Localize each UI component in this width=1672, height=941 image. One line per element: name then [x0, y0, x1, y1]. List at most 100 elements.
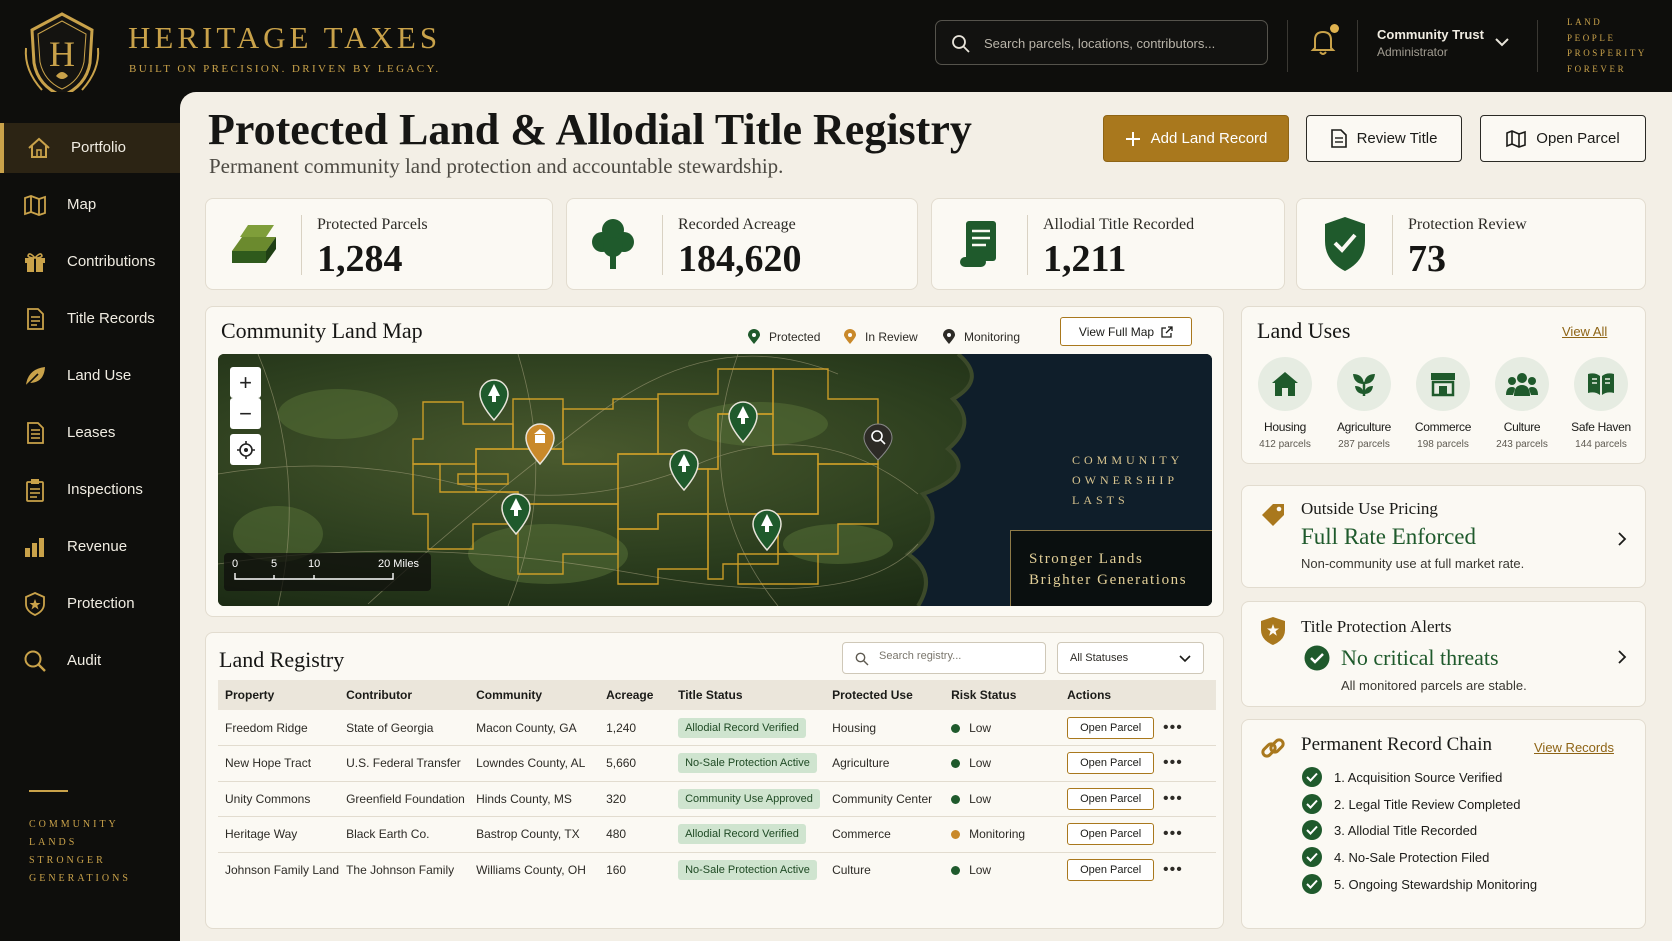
review-title-button[interactable]: Review Title	[1306, 115, 1462, 162]
global-search-input[interactable]	[984, 31, 1254, 55]
registry-search[interactable]	[842, 642, 1046, 674]
land-use-commerce[interactable]: Commerce 198 parcels	[1406, 357, 1480, 450]
column-header[interactable]: Title Status	[671, 680, 826, 710]
stat-label: Protected Parcels	[317, 216, 428, 233]
chain-step-label: 4. No-Sale Protection Filed	[1334, 849, 1490, 865]
brand-tagline: BUILT ON PRECISION. DRIVEN BY LEGACY.	[129, 63, 441, 75]
sprout-icon	[1337, 357, 1391, 411]
table-row[interactable]: Heritage Way Black Earth Co. Bastrop Cou…	[218, 816, 1216, 853]
column-header[interactable]: Contributor	[339, 680, 470, 710]
sidebar-item-protection[interactable]: Protection	[0, 579, 180, 629]
view-records-link[interactable]: View Records	[1534, 740, 1614, 755]
sidebar-item-map[interactable]: Map	[0, 180, 180, 230]
registry-search-input[interactable]	[879, 650, 1039, 662]
sidebar-item-portfolio[interactable]: Portfolio	[0, 123, 180, 173]
cell-title-status: No-Sale Protection Active	[671, 852, 825, 888]
open-parcel-row-button[interactable]: Open Parcel	[1067, 787, 1155, 810]
add-land-record-label: Add Land Record	[1150, 130, 1268, 147]
chevron-right-icon[interactable]	[1617, 650, 1627, 664]
chevron-right-icon[interactable]	[1617, 532, 1627, 546]
home-icon	[28, 137, 50, 158]
chain-link-icon	[1261, 738, 1285, 758]
cell-contributor: Greenfield Foundation	[339, 781, 470, 817]
cell-risk: Low	[944, 745, 1061, 782]
check-circle-icon	[1302, 794, 1322, 814]
view-full-map-button[interactable]: View Full Map	[1060, 317, 1192, 346]
outside-use-pricing-card[interactable]: Outside Use Pricing Full Rate Enforced N…	[1241, 485, 1646, 588]
view-all-link[interactable]: View All	[1562, 324, 1607, 339]
zoom-in-button[interactable]: +	[230, 367, 261, 398]
sidebar-item-inspections[interactable]: Inspections	[0, 465, 180, 515]
open-parcel-row-button[interactable]: Open Parcel	[1067, 716, 1155, 739]
sidebar-item-label: Contributions	[67, 253, 156, 270]
column-header[interactable]: Acreage	[599, 680, 672, 710]
global-search[interactable]	[935, 20, 1268, 65]
sidebar-item-title-records[interactable]: Title Records	[0, 294, 180, 344]
logo-letter: H	[49, 34, 75, 74]
column-header[interactable]: Community	[469, 680, 600, 710]
stat-label: Protection Review	[1408, 216, 1527, 233]
column-header[interactable]: Property	[218, 680, 340, 710]
open-parcel-button[interactable]: Open Parcel	[1480, 115, 1646, 162]
add-land-record-button[interactable]: Add Land Record	[1103, 115, 1289, 162]
status-filter-select[interactable]: All Statuses	[1057, 642, 1204, 674]
more-options-icon[interactable]: •••	[1163, 825, 1183, 842]
sidebar-item-label: Map	[67, 196, 97, 213]
scale-bar	[234, 573, 394, 580]
open-parcel-row-button[interactable]: Open Parcel	[1067, 823, 1155, 846]
cell-actions: Open Parcel	[1060, 781, 1156, 817]
table-row[interactable]: Freedom Ridge State of Georgia Macon Cou…	[218, 710, 1216, 746]
alerts-note: All monitored parcels are stable.	[1341, 678, 1527, 693]
column-header[interactable]: Protected Use	[825, 680, 945, 710]
zoom-out-button[interactable]: −	[230, 398, 261, 429]
land-use-housing[interactable]: Housing 412 parcels	[1248, 357, 1322, 450]
legend-label: Protected	[769, 330, 821, 344]
sidebar-item-contributions[interactable]: Contributions	[0, 237, 180, 287]
map-icon	[24, 195, 46, 216]
title-protection-alerts-card[interactable]: Title Protection Alerts No critical thre…	[1241, 601, 1646, 707]
more-options-icon[interactable]: •••	[1163, 861, 1183, 878]
chain-step: 4. No-Sale Protection Filed	[1302, 847, 1489, 867]
more-options-icon[interactable]: •••	[1163, 719, 1183, 736]
community-land-map-card: Community Land Map Protected In Review M…	[205, 306, 1224, 617]
land-map[interactable]: + − COMMUNITY OWNERSHIP LASTS Stronger L…	[218, 354, 1212, 606]
cell-community: Lowndes County, AL	[469, 745, 600, 782]
table-header-row: Property Contributor Community Acreage T…	[218, 680, 1216, 710]
shield-icon	[25, 592, 45, 616]
map-banner: Stronger Lands Brighter Generations	[1010, 530, 1212, 606]
house-icon	[1258, 357, 1312, 411]
land-use-agriculture[interactable]: Agriculture 287 parcels	[1327, 357, 1401, 450]
column-header[interactable]: Risk Status	[944, 680, 1061, 710]
cell-more: •••	[1156, 816, 1216, 853]
land-use-count: 198 parcels	[1417, 439, 1469, 450]
land-use-safe-haven[interactable]: Safe Haven 144 parcels	[1564, 357, 1638, 450]
column-header-blank	[1156, 680, 1216, 710]
sidebar-item-leases[interactable]: Leases	[0, 408, 180, 458]
page-subtitle: Permanent community land protection and …	[209, 154, 784, 178]
chevron-down-icon[interactable]	[1494, 36, 1510, 48]
land-use-culture[interactable]: Culture 243 parcels	[1485, 357, 1559, 450]
cell-protected-use: Commerce	[825, 816, 945, 853]
check-circle-icon	[1302, 820, 1322, 840]
pin-icon	[943, 329, 955, 344]
open-parcel-row-button[interactable]: Open Parcel	[1067, 752, 1155, 775]
locate-button[interactable]	[230, 434, 261, 465]
sidebar-divider	[29, 790, 68, 792]
sidebar-item-audit[interactable]: Audit	[0, 636, 180, 686]
sidebar-item-revenue[interactable]: Revenue	[0, 522, 180, 572]
sidebar-item-land-use[interactable]: Land Use	[0, 351, 180, 401]
open-parcel-row-button[interactable]: Open Parcel	[1067, 859, 1155, 881]
heritage-shield-logo[interactable]: H	[22, 8, 102, 100]
pin-icon	[844, 329, 856, 344]
top-bar: H HERITAGE TAXES BUILT ON PRECISION. DRI…	[0, 0, 1672, 98]
table-row[interactable]: New Hope Tract U.S. Federal Transfer Low…	[218, 745, 1216, 782]
legend-protected: Protected	[748, 329, 820, 345]
cell-actions: Open Parcel	[1060, 710, 1156, 746]
more-options-icon[interactable]: •••	[1163, 754, 1183, 771]
table-row[interactable]: Johnson Family Land The Johnson Family W…	[218, 852, 1216, 888]
document-icon	[1330, 129, 1347, 148]
user-name[interactable]: Community Trust	[1377, 27, 1484, 42]
more-options-icon[interactable]: •••	[1163, 790, 1183, 807]
table-row[interactable]: Unity Commons Greenfield Foundation Hind…	[218, 781, 1216, 817]
check-circle-icon	[1304, 645, 1330, 671]
